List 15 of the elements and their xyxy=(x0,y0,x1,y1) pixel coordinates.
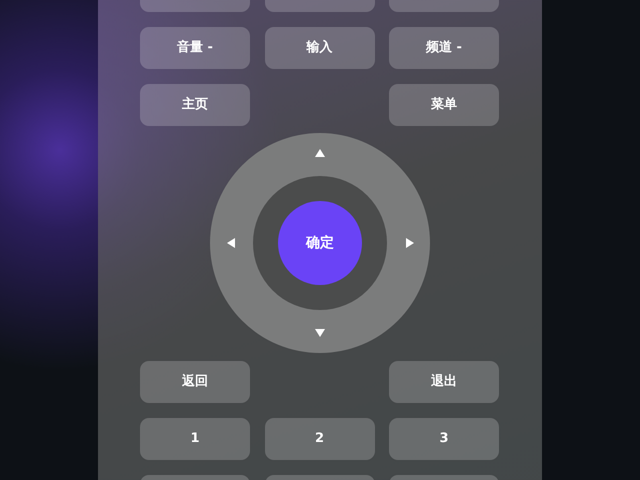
left-arrow-icon[interactable] xyxy=(227,238,235,248)
remote-button[interactable]: 1 xyxy=(140,418,250,460)
remote-button[interactable]: 音量 - xyxy=(140,27,250,69)
ok-button[interactable]: 确定 xyxy=(278,201,362,285)
remote-button[interactable]: 2 xyxy=(264,418,374,460)
remote-button[interactable]: 退出 xyxy=(389,361,499,403)
remote-button[interactable]: 返回 xyxy=(140,361,250,403)
right-arrow-icon[interactable] xyxy=(406,238,414,248)
remote-button[interactable]: 3 xyxy=(389,418,499,460)
up-arrow-icon[interactable] xyxy=(315,149,325,157)
remote-button[interactable]: 输入 xyxy=(264,27,374,69)
down-arrow-icon[interactable] xyxy=(315,329,325,337)
remote-button[interactable]: 频道 - xyxy=(389,27,499,69)
remote-button[interactable]: 菜单 xyxy=(389,84,499,126)
remote-button[interactable]: 主页 xyxy=(140,84,250,126)
